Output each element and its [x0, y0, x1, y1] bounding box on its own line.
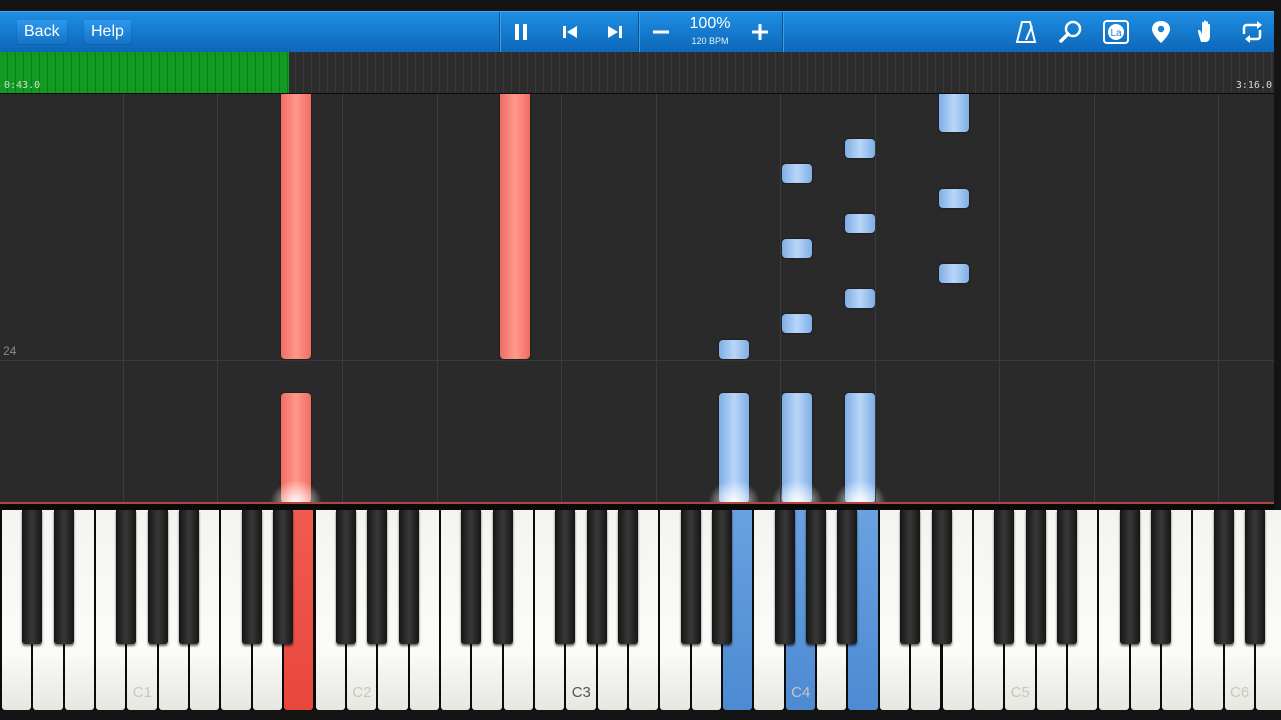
key-hit-glow: [270, 480, 322, 502]
black-key[interactable]: [53, 510, 74, 644]
octave-label: C6: [1230, 684, 1250, 701]
pause-icon[interactable]: [507, 18, 535, 46]
black-key[interactable]: [273, 510, 294, 644]
black-key[interactable]: [179, 510, 200, 644]
black-key[interactable]: [335, 510, 356, 644]
black-key[interactable]: [712, 510, 733, 644]
black-key[interactable]: [1056, 510, 1077, 644]
falling-notes-area: 24: [0, 94, 1274, 502]
octave-label: C3: [571, 684, 591, 701]
grid-line: [437, 94, 438, 502]
right-hand-note: [939, 189, 969, 208]
right-hand-note: [939, 264, 969, 283]
black-key[interactable]: [680, 510, 701, 644]
measure-line: [0, 360, 1274, 361]
right-hand-note: [782, 239, 812, 258]
hand-icon[interactable]: [1192, 18, 1220, 46]
black-key[interactable]: [1119, 510, 1140, 644]
loop-icon[interactable]: [1238, 18, 1266, 46]
toolbar-divider: [638, 12, 639, 52]
black-key[interactable]: [398, 510, 419, 644]
right-hand-note: [719, 340, 749, 359]
toolbar-divider: [499, 12, 500, 52]
black-key[interactable]: [1213, 510, 1234, 644]
skip-forward-icon[interactable]: [601, 18, 629, 46]
black-key[interactable]: [774, 510, 795, 644]
octave-label: C5: [1010, 684, 1030, 701]
grid-line: [1218, 94, 1219, 502]
octave-label: C4: [791, 684, 811, 701]
right-hand-note: [939, 94, 969, 132]
toolbar: Back Help 100% 120 BPM La: [0, 11, 1274, 53]
magnifier-icon[interactable]: [1057, 18, 1085, 46]
label-icon[interactable]: La: [1102, 18, 1130, 46]
grid-line: [875, 94, 876, 502]
measure-number: 24: [3, 344, 17, 358]
current-time: 0:43.0: [4, 80, 41, 91]
black-key[interactable]: [1245, 510, 1265, 644]
grid-line: [999, 94, 1000, 502]
key-hit-glow: [708, 480, 760, 502]
black-key[interactable]: [837, 510, 858, 644]
toolbar-divider: [782, 12, 783, 52]
metronome-icon[interactable]: [1012, 18, 1040, 46]
black-key[interactable]: [994, 510, 1015, 644]
key-hit-glow: [771, 480, 823, 502]
synthesia-player: Back Help 100% 120 BPM La 0:43.0 3:16.0 …: [0, 0, 1281, 720]
progress-fill: [0, 52, 290, 93]
black-key[interactable]: [22, 510, 43, 644]
octave-label: C1: [132, 684, 152, 701]
left-hand-note: [500, 94, 530, 359]
black-key[interactable]: [116, 510, 137, 644]
grid-line: [780, 94, 781, 502]
right-hand-note: [845, 289, 875, 308]
black-key[interactable]: [241, 510, 262, 644]
piano-keyboard: C1 C2 C3 C4 C5 C6: [0, 502, 1281, 710]
help-button[interactable]: Help: [83, 19, 132, 45]
key-hit-glow: [834, 480, 886, 502]
black-key[interactable]: [931, 510, 952, 644]
song-progress-bar[interactable]: 0:43.0 3:16.0: [0, 52, 1274, 94]
plus-icon[interactable]: [746, 18, 774, 46]
skip-back-icon[interactable]: [556, 18, 584, 46]
octave-label: C2: [352, 684, 372, 701]
black-key[interactable]: [147, 510, 168, 644]
black-key[interactable]: [1025, 510, 1046, 644]
black-key[interactable]: [618, 510, 638, 644]
grid-line: [123, 94, 124, 502]
black-key[interactable]: [367, 510, 388, 644]
grid-line: [1094, 94, 1095, 502]
grid-line: [656, 94, 657, 502]
grid-line: [217, 94, 218, 502]
left-hand-note: [281, 94, 311, 359]
grid-line: [561, 94, 562, 502]
right-hand-note: [845, 139, 875, 158]
right-hand-note: [782, 164, 812, 183]
right-hand-note: [845, 214, 875, 233]
right-hand-note: [782, 314, 812, 333]
grid-line: [342, 94, 343, 502]
minus-icon[interactable]: [647, 18, 675, 46]
black-key[interactable]: [1150, 510, 1171, 644]
black-key[interactable]: [586, 510, 607, 644]
total-time: 3:16.0: [1235, 80, 1272, 91]
black-key[interactable]: [806, 510, 827, 644]
black-key[interactable]: [492, 510, 513, 644]
svg-text:La: La: [1110, 28, 1122, 39]
back-button[interactable]: Back: [16, 19, 68, 45]
black-key[interactable]: [555, 510, 576, 644]
speed-percent: 100%: [689, 15, 731, 32]
map-pin-icon[interactable]: [1147, 18, 1175, 46]
black-key[interactable]: [461, 510, 482, 644]
black-key[interactable]: [900, 510, 921, 644]
tempo-bpm: 120 BPM: [691, 36, 729, 46]
